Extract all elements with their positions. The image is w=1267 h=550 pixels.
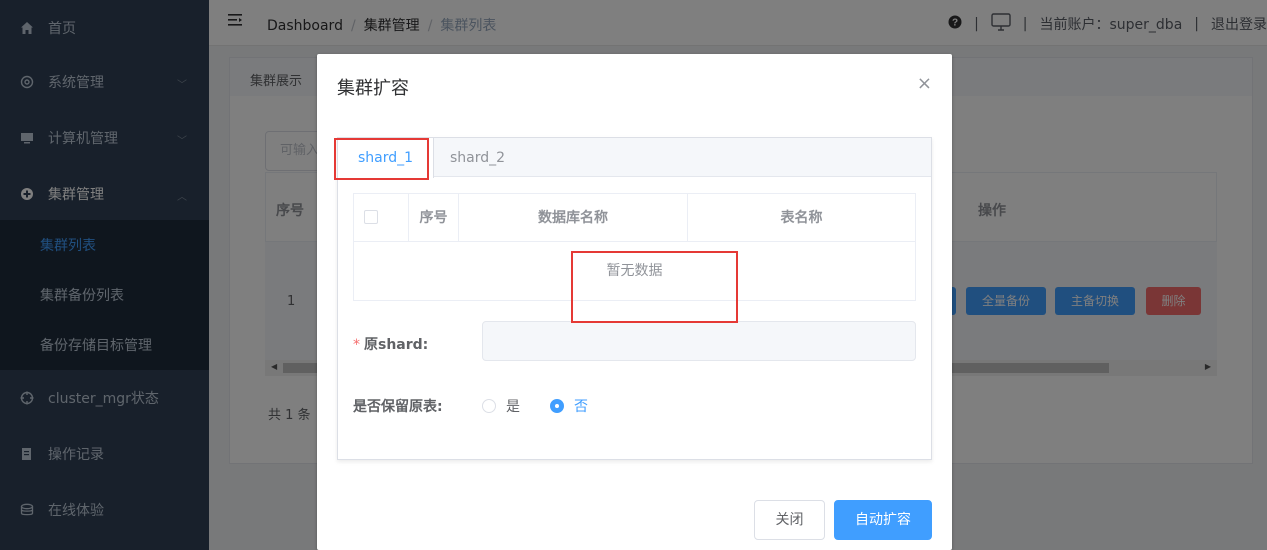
origin-shard-label-text: 原shard:: [364, 337, 429, 353]
radio-dot: [550, 399, 564, 413]
column-table-name: 表名称: [780, 210, 823, 226]
close-icon[interactable]: ×: [917, 75, 932, 93]
radio-keep-yes[interactable]: 是: [482, 396, 520, 416]
origin-shard-input[interactable]: [482, 321, 916, 361]
highlight-box-empty-data: [571, 251, 738, 323]
select-all-checkbox[interactable]: [364, 210, 378, 224]
dialog-title: 集群扩容: [337, 78, 409, 99]
close-button[interactable]: 关闭: [754, 500, 825, 540]
select-all-cell: [354, 194, 409, 242]
origin-shard-label: * 原shard:: [353, 337, 429, 353]
column-database-name: 数据库名称: [459, 194, 688, 242]
radio-keep-no[interactable]: 否: [550, 396, 588, 416]
column-index: 序号: [409, 194, 459, 242]
radio-label: 否: [574, 399, 588, 415]
table-list-header: 序号 数据库名称 表名称: [354, 194, 915, 242]
radio-label: 是: [506, 399, 520, 415]
keep-table-label: 是否保留原表:: [353, 399, 443, 415]
highlight-box-shard-tab: [334, 138, 429, 180]
auto-expand-button[interactable]: 自动扩容: [834, 500, 932, 540]
tab-shard-2[interactable]: shard_2: [430, 138, 525, 178]
radio-dot: [482, 399, 496, 413]
